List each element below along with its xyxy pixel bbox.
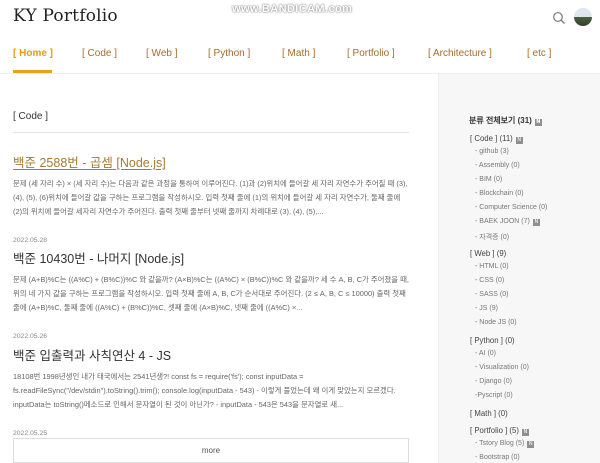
category-all-label[interactable]: 분류 전체보기 (31): [469, 116, 532, 125]
category-all[interactable]: 분류 전체보기 (31) N: [469, 115, 542, 126]
sidebar-category[interactable]: [ Web ] (9): [470, 249, 600, 263]
sidebar-item-label[interactable]: - Blockchain (0): [475, 190, 524, 197]
post-item[interactable]: 백준 입출력과 사칙연산 4 - JS 18108번 1998년생인 내가 태국…: [13, 345, 409, 437]
section-title: [ Code ]: [13, 111, 49, 122]
category-sidebar: 분류 전체보기 (31) N [ Code ] (11) N - github (3)…: [438, 74, 600, 463]
nav-home[interactable]: [ Home ]: [13, 48, 53, 59]
site-title[interactable]: KY Portfolio: [13, 6, 118, 26]
sidebar-item-label[interactable]: - Computer Science (0): [475, 204, 547, 211]
new-badge: N: [534, 119, 542, 126]
sidebar-subcategory[interactable]: - AI (0): [470, 350, 600, 364]
site-header: KY Portfolio www.BANDICAM.com [ Home ] […: [0, 0, 600, 74]
post-date: 2022.05.26: [13, 333, 48, 340]
sidebar-subcategory[interactable]: - BIM (0): [470, 176, 600, 190]
post-excerpt[interactable]: 문제 (A+B)%C는 ((A%C) + (B%C))%C 와 같을까? (A×…: [13, 273, 409, 315]
post-date: 2022.05.25: [13, 430, 48, 437]
bandicam-watermark: www.BANDICAM.com: [232, 3, 353, 15]
sidebar-item-label[interactable]: - HTML (0): [475, 263, 509, 270]
sidebar-item-label[interactable]: - 자격증 (0): [475, 234, 509, 241]
nav-etc[interactable]: [ etc ]: [527, 48, 551, 59]
nav-portfolio[interactable]: [ Portfolio ]: [347, 48, 395, 59]
post-item[interactable]: 백준 2588번 - 곱셈 [Node.js] 문제 (세 자리 수) × (세…: [13, 152, 409, 244]
sidebar-item-label[interactable]: - SASS (0): [475, 291, 508, 298]
sidebar-item-label[interactable]: -Pyscript (0): [475, 392, 513, 399]
sidebar-subcategory[interactable]: - Bootstrap (0): [470, 454, 600, 463]
sidebar-subcategory[interactable]: - HTML (0): [470, 263, 600, 277]
sidebar-item-label[interactable]: - Visualization (0): [475, 364, 529, 371]
sidebar-subcategory[interactable]: - BAEK JOON (7) N: [470, 218, 600, 232]
sidebar-item-label[interactable]: - AI (0): [475, 350, 496, 357]
nav-math[interactable]: [ Math ]: [282, 48, 315, 59]
nav-active-indicator: [13, 70, 52, 73]
new-badge: N: [521, 429, 529, 436]
nav-web[interactable]: [ Web ]: [146, 48, 178, 59]
sidebar-item-label[interactable]: - github (3): [475, 148, 509, 155]
post-title[interactable]: 백준 2588번 - 곱셈 [Node.js]: [13, 152, 409, 171]
sidebar-item-label[interactable]: - BAEK JOON (7): [475, 218, 530, 225]
sidebar-subcategory[interactable]: - Assembly (0): [470, 162, 600, 176]
sidebar-subcategory[interactable]: - Visualization (0): [470, 364, 600, 378]
sidebar-subcategory[interactable]: - github (3): [470, 148, 600, 162]
sidebar-item-label[interactable]: - BIM (0): [475, 176, 502, 183]
post-title[interactable]: 백준 입출력과 사칙연산 4 - JS: [13, 345, 409, 364]
divider: [13, 132, 409, 133]
sidebar-subcategory[interactable]: - Tstory Blog (5) N: [470, 440, 600, 454]
sidebar-subcategory[interactable]: - Node JS (0): [470, 319, 600, 333]
sidebar-item-label[interactable]: [ Code ] (11): [470, 134, 513, 143]
sidebar-item-label[interactable]: - Bootstrap (0): [475, 454, 520, 461]
nav-python[interactable]: [ Python ]: [208, 48, 250, 59]
sidebar-item-label[interactable]: [ Python ] (0): [470, 336, 515, 345]
sidebar-subcategory[interactable]: - JS (9): [470, 305, 600, 319]
sidebar-item-label[interactable]: [ Portfolio ] (5): [470, 426, 519, 435]
post-date: 2022.05.28: [13, 237, 48, 244]
nav-code[interactable]: [ Code ]: [82, 48, 117, 59]
new-badge: N: [532, 219, 540, 226]
sidebar-category[interactable]: [ Python ] (0): [470, 336, 600, 350]
sidebar-item-label[interactable]: - Tstory Blog (5): [475, 440, 524, 447]
sidebar-category[interactable]: [ Portfolio ] (5) N: [470, 426, 600, 440]
sidebar-item-label[interactable]: - Django (0): [475, 378, 512, 385]
sidebar-item-label[interactable]: - Assembly (0): [475, 162, 520, 169]
category-list: [ Code ] (11) N - github (3) - Assembly (0)…: [470, 134, 600, 463]
sidebar-item-label[interactable]: [ Web ] (9): [470, 249, 506, 258]
sidebar-item-label[interactable]: - CSS (0): [475, 277, 504, 284]
sidebar-subcategory[interactable]: - Computer Science (0): [470, 204, 600, 218]
sidebar-item-label[interactable]: [ Math ] (0): [470, 409, 508, 418]
sidebar-subcategory[interactable]: - SASS (0): [470, 291, 600, 305]
sidebar-item-label[interactable]: - JS (9): [475, 305, 498, 312]
sidebar-subcategory[interactable]: - 자격증 (0): [470, 232, 600, 246]
sidebar-subcategory[interactable]: - Django (0): [470, 378, 600, 392]
new-badge: N: [527, 441, 535, 448]
sidebar-subcategory[interactable]: - CSS (0): [470, 277, 600, 291]
more-button[interactable]: more: [13, 438, 409, 463]
sidebar-subcategory[interactable]: -Pyscript (0): [470, 392, 600, 406]
sidebar-category[interactable]: [ Code ] (11) N: [470, 134, 600, 148]
sidebar-category[interactable]: [ Math ] (0): [470, 409, 600, 423]
search-icon[interactable]: [551, 10, 567, 26]
post-item[interactable]: 백준 10430번 - 나머지 [Node.js] 문제 (A+B)%C는 ((…: [13, 248, 409, 340]
sidebar-subcategory[interactable]: - Blockchain (0): [470, 190, 600, 204]
sidebar-item-label[interactable]: - Node JS (0): [475, 319, 517, 326]
avatar[interactable]: [574, 8, 592, 26]
post-excerpt[interactable]: 18108번 1998년생인 내가 태국에서는 2541년생?! const f…: [13, 370, 409, 412]
post-excerpt[interactable]: 문제 (세 자리 수) × (세 자리 수)는 다음과 같은 과정을 통하여 이…: [13, 177, 409, 219]
new-badge: N: [515, 137, 523, 144]
nav-architecture[interactable]: [ Architecture ]: [428, 48, 492, 59]
post-title[interactable]: 백준 10430번 - 나머지 [Node.js]: [13, 248, 409, 267]
